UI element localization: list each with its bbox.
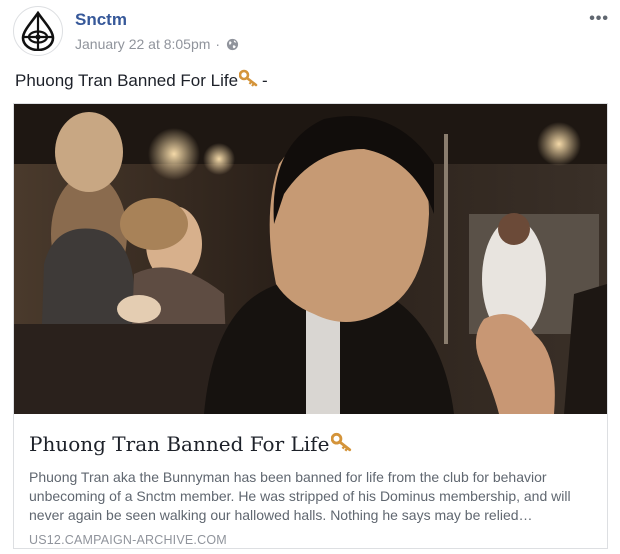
page-name-link[interactable]: Snctm: [75, 10, 127, 30]
post-text-dash: -: [262, 70, 268, 90]
more-options-button[interactable]: •••: [589, 10, 609, 28]
globe-icon[interactable]: [226, 38, 239, 51]
link-title-text: Phuong Tran Banned For Life: [29, 432, 330, 456]
link-domain: US12.CAMPAIGN-ARCHIVE.COM: [29, 533, 227, 547]
link-preview-info[interactable]: Phuong Tran Banned For Life Phuong Tran …: [14, 414, 607, 548]
post-meta: January 22 at 8:05pm ·: [75, 36, 239, 52]
key-icon: [331, 432, 353, 457]
page-avatar[interactable]: [13, 6, 63, 56]
link-description: Phuong Tran aka the Bunnyman has been ba…: [29, 469, 571, 523]
snctm-logo-icon: [21, 11, 55, 51]
post-text-body: Phuong Tran Banned For Life: [15, 70, 239, 90]
key-icon: [238, 69, 259, 92]
photo-illustration: [14, 104, 607, 414]
link-title[interactable]: Phuong Tran Banned For Life: [29, 428, 592, 460]
meta-separator: ·: [215, 36, 221, 52]
post-header: Snctm January 22 at 8:05pm · •••: [13, 6, 613, 58]
post-text: Phuong Tran Banned For Life -: [15, 69, 268, 92]
link-preview-card[interactable]: Phuong Tran Banned For Life Phuong Tran …: [13, 103, 608, 549]
post-timestamp[interactable]: January 22 at 8:05pm: [75, 36, 210, 52]
link-preview-image[interactable]: [14, 104, 607, 414]
